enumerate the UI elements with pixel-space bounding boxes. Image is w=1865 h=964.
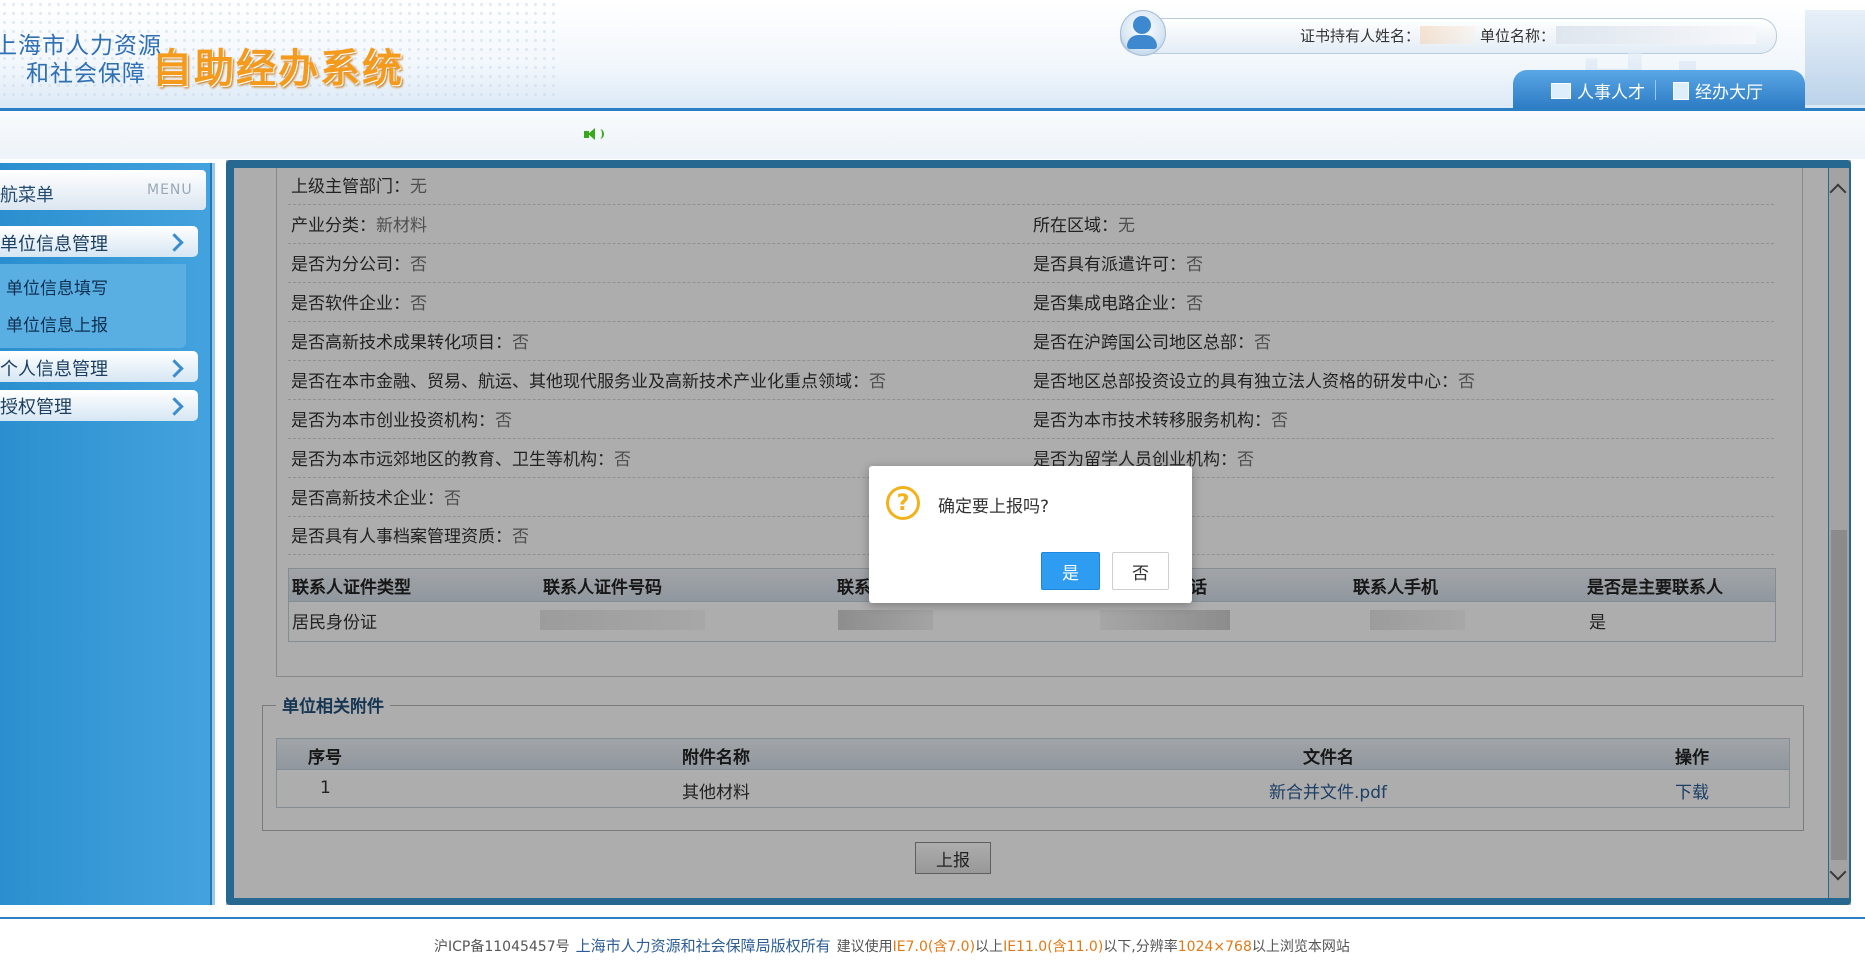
header: 上海市人力资源 和社会保障 自助经办系统 证书持有人姓名： 单位名称： 人事人才… [0, 0, 1865, 111]
footer-owner: 上海市人力资源和社会保障局版权所有 [575, 937, 831, 955]
sidebar-item-unit-info-fill[interactable]: 单位信息填写 [6, 274, 108, 299]
avatar-body [1127, 35, 1157, 49]
header-corner-decoration [1805, 10, 1865, 105]
sidebar-group-label: 个人信息管理 [0, 359, 108, 380]
avatar-head [1133, 16, 1151, 34]
footer-resolution: 1024×768 [1177, 939, 1252, 955]
unit-name-label: 单位名称： [1480, 27, 1556, 45]
monitor-icon [1551, 82, 1571, 99]
sub-toolbar [0, 111, 1865, 159]
footer-post: 以上浏览本网站 [1251, 939, 1350, 955]
logo-line2: 和社会保障 [26, 61, 146, 87]
menu-title: 航菜单 [0, 185, 54, 206]
tab-service-hall-label: 经办大厅 [1695, 83, 1763, 103]
sidebar-group-label: 单位信息管理 [0, 234, 108, 255]
menu-title-en: MENU [147, 182, 193, 198]
speaker-cone-icon [588, 128, 595, 140]
sidebar-group-label: 授权管理 [0, 397, 72, 418]
tab-personnel-label: 人事人才 [1577, 83, 1645, 103]
footer-mid1: 以上 [975, 939, 1004, 955]
speaker-wave-icon [596, 129, 604, 139]
system-title: 自助经办系统 [152, 45, 404, 92]
tab-personnel[interactable]: 人事人才 [1551, 78, 1645, 103]
footer-text: 沪ICP备11045457号 上海市人力资源和社会保障局版权所有 建议使用IE7.0… [434, 935, 1350, 956]
tab-separator [1655, 80, 1656, 100]
footer-ie-min: IE7.0(含7.0) [892, 939, 976, 955]
question-icon: ? [886, 486, 920, 520]
unit-name-redacted [1556, 26, 1756, 44]
tab-service-hall[interactable]: 经办大厅 [1673, 78, 1763, 103]
footer-icp[interactable]: 沪ICP备11045457号 [434, 939, 570, 955]
confirm-no-button[interactable]: 否 [1112, 552, 1169, 590]
confirm-yes-button[interactable]: 是 [1041, 552, 1100, 590]
footer-ie-max: IE11.0(含11.0) [1003, 939, 1104, 955]
building-icon [1673, 81, 1689, 100]
dialog-message: 确定要上报吗? [938, 497, 1050, 517]
holder-name-redacted [1420, 26, 1475, 44]
footer-advice: 建议使用 [836, 939, 893, 955]
footer-mid2: 以下,分辨率 [1103, 939, 1178, 955]
holder-name-label: 证书持有人姓名： [1300, 27, 1421, 45]
sidebar-item-unit-info-report[interactable]: 单位信息上报 [6, 311, 108, 336]
